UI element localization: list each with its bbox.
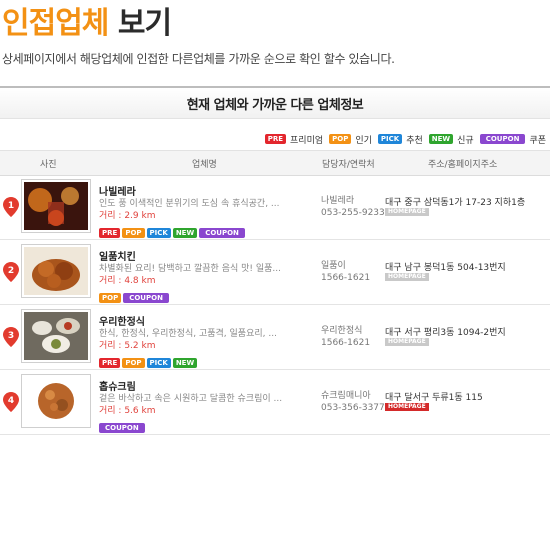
table-row[interactable]: 4 홉슈크림 겉은 바삭하고 속은 시원하고 달콤한 슈크림이 ... 거리 :…	[0, 370, 550, 435]
legend-label: 프리미엄	[290, 135, 324, 146]
coupon-badge: COUPON	[99, 423, 145, 433]
thumbnail[interactable]	[21, 244, 91, 298]
address: 대구 서구 평리3동 1094-2번지	[385, 328, 506, 338]
col-header-address: 주소/홈페이지주소	[428, 160, 498, 170]
panel-heading-bar: 현재 업체와 가까운 다른 업체정보	[0, 86, 550, 119]
pre-badge: PRE	[264, 134, 287, 144]
map-pin-icon: 3	[3, 327, 19, 347]
panel-heading: 현재 업체와 가까운 다른 업체정보	[186, 98, 364, 113]
page-title-rest: 보기	[108, 6, 172, 41]
contact-name: 슈크림매니아	[321, 391, 371, 401]
new-badge: NEW	[172, 358, 198, 368]
coupon-badge: COUPON	[479, 134, 526, 144]
pop-badge: POP	[122, 358, 145, 368]
page-title-accent: 인접업체	[2, 6, 109, 41]
pick-badge: PICK	[377, 134, 403, 144]
address: 대구 남구 봉덕1동 504-13번지	[385, 263, 506, 273]
contact-name: 일품이	[321, 261, 346, 271]
legend-item-pick: PICK 추천	[377, 133, 423, 146]
table-row[interactable]: 2 일품치킨 차별화된 요리! 담백하고 깔끔한 음식 맛! 일품... 거리 …	[0, 240, 550, 305]
contact: 나빌레라 053-255-9233	[321, 195, 385, 219]
pop-badge: POP	[99, 293, 122, 303]
badge-legend: PRE 프리미엄 POP 인기 PICK 추천 NEW 신규 COUPON 쿠폰	[259, 132, 546, 146]
legend-label: 인기	[355, 135, 372, 146]
contact-name: 나빌레라	[321, 196, 355, 206]
legend-item-new: NEW 신규	[428, 133, 474, 146]
thumbnail[interactable]	[21, 179, 91, 233]
homepage-button[interactable]: HOMEPAGE	[385, 338, 429, 346]
coupon-badge: COUPON	[123, 293, 169, 303]
contact: 우리한정식 1566-1621	[321, 325, 370, 349]
homepage-button[interactable]: HOMEPAGE	[385, 208, 429, 216]
phone: 053-255-9233	[321, 208, 385, 218]
table-row[interactable]: 3 우리한정식 한식, 한정식, 우리한정식, 고품격, 일품요리, ... 거…	[0, 305, 550, 370]
map-pin-icon: 2	[3, 262, 19, 282]
pin-number: 1	[8, 201, 14, 211]
thumbnail[interactable]	[21, 309, 91, 363]
cream-puff-photo-icon	[24, 377, 88, 425]
restaurant-photo-icon	[24, 182, 88, 230]
phone: 053-356-3377	[321, 403, 385, 413]
page-title: 인접업체 보기	[2, 0, 172, 42]
pre-badge: PRE	[99, 228, 121, 238]
table-row[interactable]: 1 나빌레라 인도 풍 이색적인 분위기의 도심 속 휴식공간, ... 거리 …	[0, 175, 550, 240]
homepage-button[interactable]: HOMEPAGE	[385, 403, 429, 411]
thumbnail[interactable]	[21, 374, 91, 428]
korean-meal-photo-icon	[24, 312, 88, 360]
col-header-photo: 사진	[40, 160, 57, 170]
legend-label: 신규	[457, 135, 474, 146]
legend-item-pre: PRE 프리미엄	[264, 133, 324, 146]
pin-number: 2	[8, 266, 14, 276]
col-header-contact: 담당자/연락처	[322, 160, 375, 170]
contact-name: 우리한정식	[321, 326, 363, 336]
pick-badge: PICK	[146, 228, 171, 238]
table-header: 사진 업체명 담당자/연락처 주소/홈페이지주소	[0, 150, 550, 176]
legend-label: 쿠폰	[529, 135, 546, 146]
address: 대구 중구 삼덕동1가 17-23 지하1층	[385, 198, 526, 208]
badge-list: COUPON	[99, 415, 147, 434]
legend-item-coupon: COUPON 쿠폰	[479, 133, 546, 146]
pin-number: 3	[8, 331, 14, 341]
pop-badge: POP	[329, 134, 352, 144]
pop-badge: POP	[122, 228, 145, 238]
contact: 슈크림매니아 053-356-3377	[321, 390, 385, 414]
pre-badge: PRE	[99, 358, 121, 368]
map-pin-icon: 1	[3, 197, 19, 217]
phone: 1566-1621	[321, 338, 371, 348]
pin-number: 4	[8, 396, 14, 406]
badge-list: PRE POP PICK NEW	[99, 350, 199, 369]
map-pin-icon: 4	[3, 392, 19, 412]
col-header-name: 업체명	[192, 160, 217, 170]
new-badge: NEW	[428, 134, 454, 144]
badge-list: PRE POP PICK NEW COUPON	[99, 220, 247, 239]
legend-item-pop: POP 인기	[329, 133, 372, 146]
address: 대구 달서구 두류1동 115	[385, 393, 483, 403]
chicken-photo-icon	[24, 247, 88, 295]
contact: 일품이 1566-1621	[321, 260, 370, 284]
legend-label: 추천	[406, 135, 423, 146]
coupon-badge: COUPON	[199, 228, 245, 238]
page-subtitle: 상세페이지에서 해당업체에 인접한 다른업체를 가까운 순으로 확인 할수 있습…	[2, 52, 395, 66]
badge-list: POP COUPON	[99, 285, 171, 304]
phone: 1566-1621	[321, 273, 371, 283]
pick-badge: PICK	[146, 358, 171, 368]
new-badge: NEW	[172, 228, 198, 238]
homepage-button[interactable]: HOMEPAGE	[385, 273, 429, 281]
